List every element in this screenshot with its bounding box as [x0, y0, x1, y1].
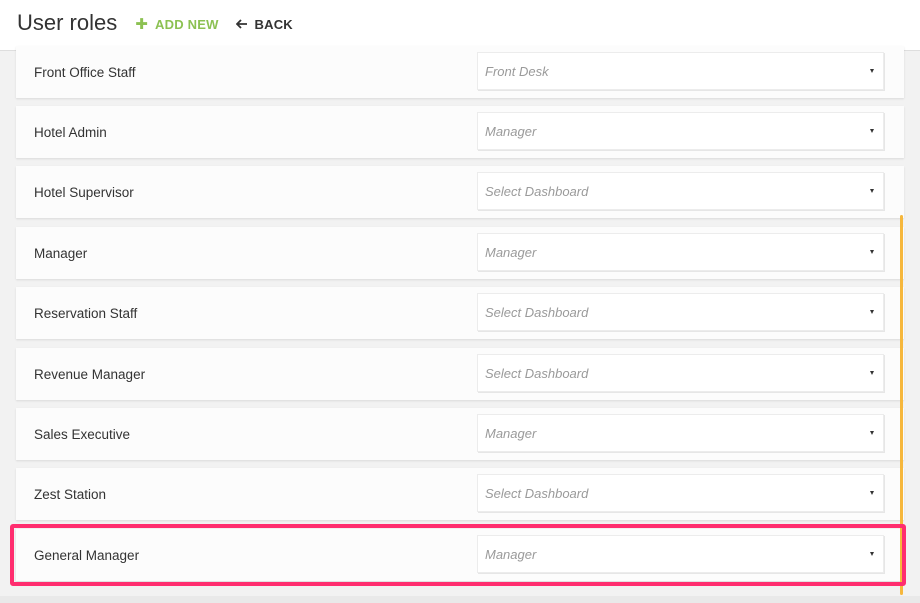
role-name: Zest Station: [34, 486, 107, 502]
scroll-indicator[interactable]: [900, 215, 903, 595]
role-row: Zest Station Select Dashboard: [16, 468, 904, 520]
role-row: Manager Manager: [16, 227, 904, 279]
add-new-label: ADD NEW: [155, 16, 219, 32]
role-name: Front Office Staff: [34, 64, 136, 80]
dashboard-select[interactable]: Select Dashboard: [477, 354, 884, 392]
role-name: Manager: [34, 245, 88, 261]
dashboard-select[interactable]: Select Dashboard: [477, 293, 884, 331]
dashboard-value: Manager: [485, 546, 537, 562]
role-row: Hotel Supervisor Select Dashboard: [16, 166, 904, 218]
bottom-edge: [0, 596, 920, 603]
dashboard-select[interactable]: Manager: [477, 535, 884, 573]
dashboard-value: Select Dashboard: [485, 183, 589, 199]
page-header: User roles ✚ ADD NEW BACK: [0, 0, 920, 51]
caret-down-icon: [870, 189, 874, 193]
role-name: Sales Executive: [34, 426, 131, 442]
role-row: Hotel Admin Manager: [16, 106, 904, 158]
add-new-button[interactable]: ✚ ADD NEW: [135, 17, 218, 32]
back-button[interactable]: BACK: [235, 16, 293, 32]
caret-down-icon: [870, 310, 874, 314]
role-row: Revenue Manager Select Dashboard: [16, 348, 904, 400]
dashboard-value: Select Dashboard: [485, 365, 589, 381]
caret-down-icon: [870, 491, 874, 495]
role-row: Sales Executive Manager: [16, 408, 904, 460]
back-label: BACK: [254, 16, 293, 32]
caret-down-icon: [870, 250, 874, 254]
dashboard-value: Select Dashboard: [485, 485, 589, 501]
role-row: Reservation Staff Select Dashboard: [16, 287, 904, 339]
dashboard-select[interactable]: Front Desk: [477, 52, 884, 90]
role-name: Revenue Manager: [34, 366, 146, 382]
caret-down-icon: [870, 69, 874, 73]
role-row-general-manager: General Manager Manager: [16, 529, 904, 581]
dashboard-select[interactable]: Select Dashboard: [477, 474, 884, 512]
arrow-left-icon: [235, 17, 248, 32]
caret-down-icon: [870, 431, 874, 435]
caret-down-icon: [870, 552, 874, 556]
page-title: User roles: [17, 10, 118, 35]
dashboard-value: Manager: [485, 244, 537, 260]
caret-down-icon: [870, 371, 874, 375]
plus-icon: ✚: [135, 15, 149, 33]
dashboard-select[interactable]: Manager: [477, 233, 884, 271]
dashboard-select[interactable]: Manager: [477, 112, 884, 150]
dashboard-value: Select Dashboard: [485, 304, 589, 320]
dashboard-select[interactable]: Manager: [477, 414, 884, 452]
role-row: Front Office Staff Front Desk: [16, 46, 904, 98]
dashboard-select[interactable]: Select Dashboard: [477, 172, 884, 210]
role-name: Hotel Admin: [34, 124, 107, 140]
role-name: Reservation Staff: [34, 305, 138, 321]
dashboard-value: Front Desk: [485, 63, 549, 79]
dashboard-value: Manager: [485, 425, 537, 441]
role-name: General Manager: [34, 547, 140, 563]
role-name: Hotel Supervisor: [34, 184, 134, 200]
caret-down-icon: [870, 129, 874, 133]
dashboard-value: Manager: [485, 123, 537, 139]
